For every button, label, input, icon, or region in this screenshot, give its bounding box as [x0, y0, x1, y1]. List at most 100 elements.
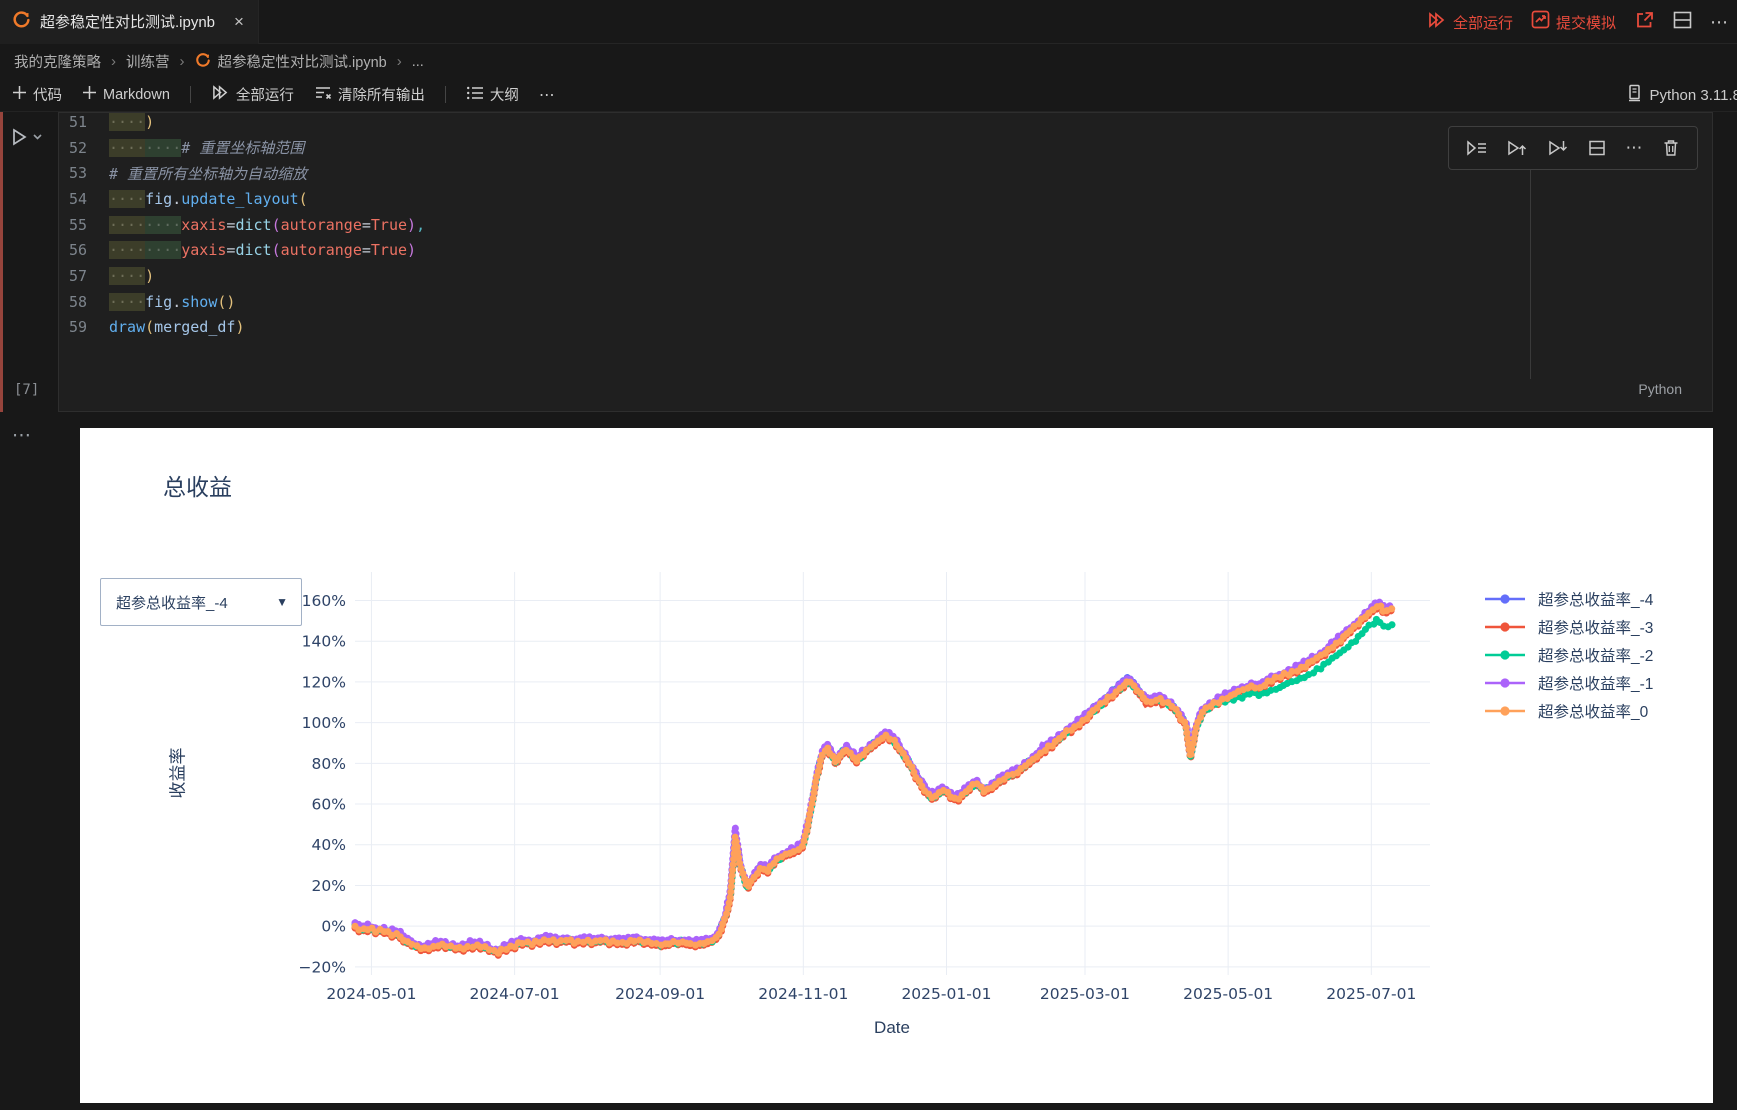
y-tick-label: 0% — [321, 918, 346, 936]
breadcrumb-item-strategies[interactable]: 我的克隆策略 — [14, 51, 101, 72]
notebook-file-icon — [195, 52, 211, 72]
chevron-right-icon: › — [179, 53, 185, 70]
legend-label: 超参总收益率_-2 — [1538, 648, 1654, 665]
add-markdown-cell-button[interactable]: Markdown — [82, 85, 170, 104]
chevron-right-icon: › — [111, 53, 116, 70]
line-number: 58 — [68, 292, 87, 311]
run-all-icon — [211, 84, 230, 105]
legend-swatch-icon — [1485, 706, 1525, 716]
y-tick-label: 140% — [302, 633, 346, 651]
clear-outputs-button[interactable]: 清除所有输出 — [314, 84, 425, 105]
toolbar-more-icon[interactable]: ⋯ — [539, 85, 556, 105]
kernel-picker[interactable]: Python 3.11.8 — [1626, 78, 1737, 112]
x-tick-label: 2025-01-01 — [901, 985, 991, 1003]
chevron-right-icon: › — [396, 53, 402, 70]
code-line[interactable]: 57 ····) — [59, 263, 1712, 289]
plot-area[interactable]: 160% 140% 120% 100% 80% 60% 40% 20% 0% −20% 2024-0… — [80, 428, 1713, 1103]
legend-swatch-icon — [1485, 594, 1525, 604]
x-tick-label: 2025-07-01 — [1326, 985, 1416, 1003]
series-markers-超参总收益率_-3 — [351, 601, 1396, 960]
series-line-超参总收益率_0 — [354, 603, 1393, 955]
split-cell-icon[interactable] — [1587, 138, 1607, 158]
submit-simulation-button[interactable]: 提交模拟 — [1531, 10, 1616, 34]
breadcrumb: 我的克隆策略 › 训练营 › 超参稳定性对比测试.ipynb › ... — [0, 45, 1737, 78]
play-icon — [13, 128, 27, 146]
editor-actions: 全部运行 提交模拟 ⋯ — [1427, 0, 1729, 44]
code-line[interactable]: 58 ····fig.show() — [59, 289, 1712, 315]
code-line[interactable]: 59 draw(merged_df) — [59, 315, 1712, 341]
toolbar-divider — [189, 86, 191, 103]
clear-outputs-icon — [314, 85, 332, 105]
execute-below-icon[interactable] — [1547, 138, 1569, 158]
app-logo-icon — [12, 10, 31, 34]
x-tick-label: 2025-05-01 — [1183, 985, 1273, 1003]
line-number: 54 — [68, 189, 87, 208]
code-line[interactable]: 56 ········yaxis=dict(autorange=True) — [59, 237, 1712, 263]
cell-more-icon[interactable]: ⋯ — [1625, 138, 1643, 158]
code-line[interactable]: 55 ········xaxis=dict(autorange=True), — [59, 212, 1712, 238]
chart-up-icon — [1531, 10, 1550, 34]
code-line[interactable]: 54 ····fig.update_layout( — [59, 186, 1712, 212]
share-icon — [1634, 10, 1655, 35]
legend-item[interactable]: 超参总收益率_-4 — [1484, 585, 1653, 613]
plus-icon — [12, 85, 27, 104]
legend-label: 超参总收益率_0 — [1538, 704, 1649, 721]
y-tick-label: 60% — [312, 796, 346, 814]
cell-toolbar: ⋯ — [1448, 126, 1698, 170]
run-cell-button[interactable] — [10, 126, 43, 148]
line-number: 57 — [68, 266, 87, 285]
legend-label: 超参总收益率_-4 — [1538, 592, 1654, 609]
kernel-icon — [1626, 84, 1643, 106]
breadcrumb-item-file[interactable]: 超参稳定性对比测试.ipynb — [195, 51, 387, 72]
add-code-cell-button[interactable]: 代码 — [12, 84, 62, 105]
x-tick-label: 2025-03-01 — [1040, 985, 1130, 1003]
x-tick-label: 2024-05-01 — [326, 985, 416, 1003]
series-line-超参总收益率_-4 — [354, 601, 1393, 953]
series-markers-超参总收益率_0 — [351, 600, 1396, 958]
line-number: 59 — [68, 318, 87, 337]
series-line-超参总收益率_-3 — [354, 605, 1393, 957]
legend-item[interactable]: 超参总收益率_-1 — [1484, 669, 1653, 697]
plotly-figure: 总收益 超参总收益率_-4 ▼ 收益率 Date 160% 140% 120% 100… — [80, 428, 1713, 1103]
y-tick-label: 100% — [302, 714, 346, 732]
x-tick-label: 2024-09-01 — [615, 985, 705, 1003]
y-tick-label: 160% — [302, 592, 346, 610]
split-editor-button[interactable] — [1673, 11, 1692, 34]
output-options-icon[interactable]: ⋯ — [12, 424, 33, 447]
outline-button[interactable]: 大纲 — [466, 84, 519, 105]
breadcrumb-item-camp[interactable]: 训练营 — [126, 51, 170, 72]
legend-item[interactable]: 超参总收益率_-2 — [1484, 641, 1653, 669]
notebook-app: 超参稳定性对比测试.ipynb × 全部运行 提交模拟 ⋯ 我的克隆策略 › 训… — [0, 0, 1737, 1110]
share-button[interactable] — [1634, 10, 1655, 35]
tab-title: 超参稳定性对比测试.ipynb — [40, 14, 216, 31]
series-markers-超参总收益率_-4 — [351, 598, 1396, 956]
close-tab-icon[interactable]: × — [234, 12, 244, 32]
cell-language-label[interactable]: Python — [1638, 381, 1682, 397]
breadcrumb-overflow[interactable]: ... — [412, 54, 424, 70]
series-markers-超参总收益率_-2 — [351, 615, 1396, 957]
y-tick-label: 20% — [312, 877, 346, 895]
legend-label: 超参总收益率_-3 — [1538, 620, 1654, 637]
outline-list-icon — [466, 85, 484, 105]
cell-output: ⋯ 总收益 超参总收益率_-4 ▼ 收益率 Date 160% 140% 120% 1… — [0, 412, 1737, 1110]
legend-item[interactable]: 超参总收益率_-3 — [1484, 613, 1653, 641]
delete-cell-icon[interactable] — [1662, 138, 1680, 158]
notebook-toolbar: 代码 Markdown 全部运行 清除所有输出 大纲 ⋯ Python 3.11… — [0, 78, 1737, 112]
more-actions-icon[interactable]: ⋯ — [1710, 12, 1729, 33]
series-markers-超参总收益率_-1 — [351, 596, 1396, 954]
y-tick-label: 120% — [302, 673, 346, 691]
series-line-超参总收益率_-2 — [354, 618, 1394, 954]
y-tick-label: 80% — [312, 755, 346, 773]
legend-item[interactable]: 超参总收益率_0 — [1484, 697, 1653, 725]
run-all-button[interactable]: 全部运行 — [1427, 11, 1513, 34]
code-cell: 51 ····) 52 ········# 重置坐标轴范围 53 # 重置所有坐标轴为自动… — [0, 112, 1737, 1103]
plus-icon — [82, 85, 97, 104]
run-section-icon[interactable] — [1466, 138, 1488, 158]
series-line-超参总收益率_-1 — [354, 599, 1393, 951]
notebook-tab[interactable]: 超参稳定性对比测试.ipynb × — [0, 0, 259, 44]
execute-above-icon[interactable] — [1506, 138, 1528, 158]
y-tick-label: 40% — [312, 836, 346, 854]
run-all-cells-button[interactable]: 全部运行 — [211, 84, 294, 105]
x-tick-label: 2024-07-01 — [470, 985, 560, 1003]
line-number: 53 — [68, 164, 87, 183]
